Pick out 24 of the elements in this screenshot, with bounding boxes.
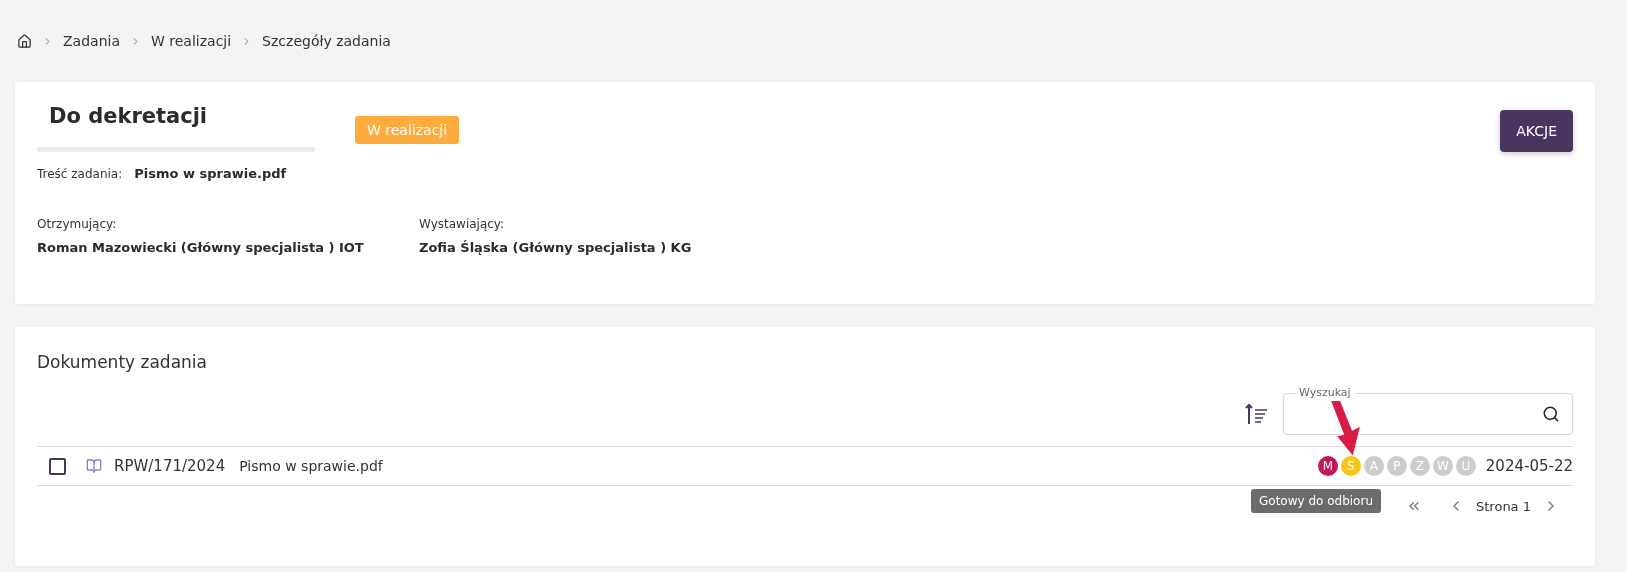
tooltip: Gotowy do odbioru — [1251, 489, 1381, 513]
document-number[interactable]: RPW/171/2024 — [114, 457, 226, 475]
field-value: Pismo w sprawie.pdf — [134, 166, 287, 181]
status-badge: W realizacji — [355, 116, 460, 144]
actions-button[interactable]: AKCJE — [1500, 110, 1573, 152]
home-icon[interactable] — [17, 33, 32, 49]
field-label: Wystawiający: — [419, 217, 506, 231]
section-title: Dokumenty zadania — [37, 351, 208, 372]
status-dot[interactable]: M — [1317, 456, 1338, 476]
field-label: Treść zadania: — [37, 166, 123, 181]
row-checkbox[interactable] — [49, 457, 66, 475]
field-label: Otrzymujący: — [37, 217, 118, 231]
document-name[interactable]: Pismo w sprawie.pdf — [239, 458, 383, 474]
search-icon[interactable] — [1542, 405, 1560, 423]
field-value: Roman Mazowiecki (Główny specjalista ) IOT — [37, 240, 365, 255]
task-title: Do dekretacji — [49, 104, 209, 128]
breadcrumb-link[interactable]: W realizacji — [151, 33, 232, 49]
document-date: 2024-05-22 — [1485, 457, 1573, 475]
field-value: Zofia Śląska (Główny specjalista ) KG — [419, 240, 693, 255]
breadcrumb-link[interactable]: Zadania — [63, 33, 120, 49]
breadcrumb-link[interactable]: Szczegóły zadania — [262, 33, 391, 49]
book-icon — [86, 458, 102, 474]
page-label: Strona 1 — [1476, 498, 1531, 514]
sort-icon[interactable] — [1245, 402, 1269, 426]
